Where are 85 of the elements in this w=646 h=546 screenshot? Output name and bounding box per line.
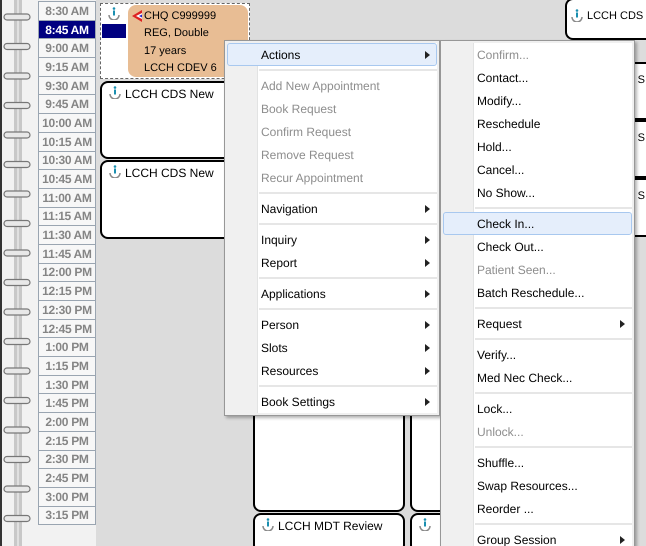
menu-item[interactable]: Reschedule: [443, 112, 632, 135]
menu-item[interactable]: Actions: [227, 43, 437, 66]
appointment-title: LCCH CDS: [587, 9, 644, 24]
submenu-arrow-icon: [425, 344, 430, 352]
submenu-arrow-icon: [425, 258, 430, 266]
time-slot[interactable]: 12:15 PM: [38, 281, 96, 301]
menu-item[interactable]: Check In...: [443, 212, 632, 235]
menu-item[interactable]: Med Nec Check...: [443, 366, 632, 389]
time-slot[interactable]: 2:15 PM: [38, 430, 96, 450]
submenu-arrow-icon: [425, 204, 430, 212]
time-slot[interactable]: 10:15 AM: [38, 132, 96, 152]
selected-slot-marker: [102, 24, 126, 38]
menu-item[interactable]: Cancel...: [443, 158, 632, 181]
menu-item[interactable]: Resources: [227, 359, 437, 382]
time-slot[interactable]: 11:00 AM: [38, 188, 96, 208]
menu-item[interactable]: No Show...: [443, 181, 632, 204]
time-slot[interactable]: 12:45 PM: [38, 318, 96, 338]
appointment-title: LCCH CDS New: [125, 165, 214, 182]
time-slot[interactable]: 1:30 PM: [38, 374, 96, 394]
info-icon: [107, 6, 121, 20]
menu-item[interactable]: Verify...: [443, 343, 632, 366]
submenu-arrow-icon: [425, 50, 430, 58]
time-slot[interactable]: 11:45 AM: [38, 244, 96, 264]
menu-item[interactable]: Reorder ...: [443, 497, 632, 520]
time-slot[interactable]: 2:30 PM: [38, 450, 96, 470]
menu-item[interactable]: Modify...: [443, 89, 632, 112]
time-slot[interactable]: 3:15 PM: [38, 506, 96, 526]
menu-item[interactable]: Check Out...: [443, 235, 632, 258]
submenu-arrow-icon: [425, 366, 430, 374]
time-slot[interactable]: 12:00 PM: [38, 262, 96, 282]
appointment-card[interactable]: CHQ C999999 REG, Double 17 years LCCH CDEV 6: [100, 3, 250, 79]
submenu-arrow-icon: [425, 398, 430, 406]
submenu-arrow-icon: [425, 290, 430, 298]
appointment-title: LCCH MDT Review: [278, 518, 382, 535]
time-slot[interactable]: 10:30 AM: [38, 150, 96, 170]
submenu-arrow-icon: [620, 536, 625, 544]
info-icon: [418, 517, 432, 531]
time-slot[interactable]: 10:45 AM: [38, 169, 96, 189]
menu-item[interactable]: Swap Resources...: [443, 474, 632, 497]
time-slot[interactable]: 8:45 AM: [38, 20, 96, 40]
menu-item[interactable]: Shuffle...: [443, 451, 632, 474]
menu-item[interactable]: Group Session: [443, 528, 632, 546]
appointment-title: LCCH CDS New: [125, 86, 214, 103]
appointment-title: S: [638, 73, 646, 88]
submenu-arrow-icon: [425, 236, 430, 244]
submenu-arrow-icon: [620, 320, 625, 328]
time-slot[interactable]: 1:45 PM: [38, 393, 96, 414]
time-slot[interactable]: 3:00 PM: [38, 486, 96, 507]
appointment-title: S: [638, 131, 646, 146]
time-slot[interactable]: 1:15 PM: [38, 356, 96, 376]
info-icon: [261, 517, 275, 531]
info-icon: [108, 85, 122, 99]
time-slot[interactable]: 8:30 AM: [38, 1, 96, 21]
menu-item[interactable]: Contact...: [443, 66, 632, 89]
flag-icon: [130, 8, 144, 23]
menu-item[interactable]: Batch Reschedule...: [443, 281, 632, 304]
time-slot[interactable]: 9:15 AM: [38, 57, 96, 77]
time-slot[interactable]: 2:45 PM: [38, 468, 96, 488]
patient-detail: REG, Double: [143, 26, 209, 41]
appointment-title: S: [638, 189, 646, 204]
menu-item[interactable]: Request: [443, 312, 632, 335]
time-slot[interactable]: 1:00 PM: [38, 337, 96, 358]
appointment-slot[interactable]: LCCH MDT Review: [253, 513, 405, 546]
menu-item[interactable]: Lock...: [443, 397, 632, 420]
patient-detail: LCCH CDEV 6: [143, 61, 217, 76]
time-slot[interactable]: 11:30 AM: [38, 225, 96, 245]
appointment-slot[interactable]: LCCH CDS: [565, 0, 646, 40]
time-slot[interactable]: 9:00 AM: [38, 38, 96, 58]
time-slot[interactable]: 9:30 AM: [38, 76, 96, 96]
menu-item[interactable]: Applications: [227, 282, 437, 305]
menu-item[interactable]: Slots: [227, 336, 437, 359]
submenu-arrow-icon: [425, 320, 430, 328]
time-slot[interactable]: 2:00 PM: [38, 412, 96, 432]
patient-detail: 17 years: [143, 44, 186, 58]
menu-item[interactable]: Hold...: [443, 135, 632, 158]
patient-detail: CHQ C999999: [144, 8, 216, 24]
info-icon: [570, 8, 584, 22]
menu-item[interactable]: Book Settings: [227, 390, 437, 413]
time-slot[interactable]: 10:00 AM: [38, 113, 96, 133]
info-icon: [108, 164, 122, 178]
time-slot[interactable]: 9:45 AM: [38, 94, 96, 114]
time-slot[interactable]: 11:15 AM: [38, 206, 96, 226]
time-slot[interactable]: 12:30 PM: [38, 300, 96, 320]
menu-item[interactable]: Report: [227, 251, 437, 274]
menu-item[interactable]: Person: [227, 313, 437, 336]
